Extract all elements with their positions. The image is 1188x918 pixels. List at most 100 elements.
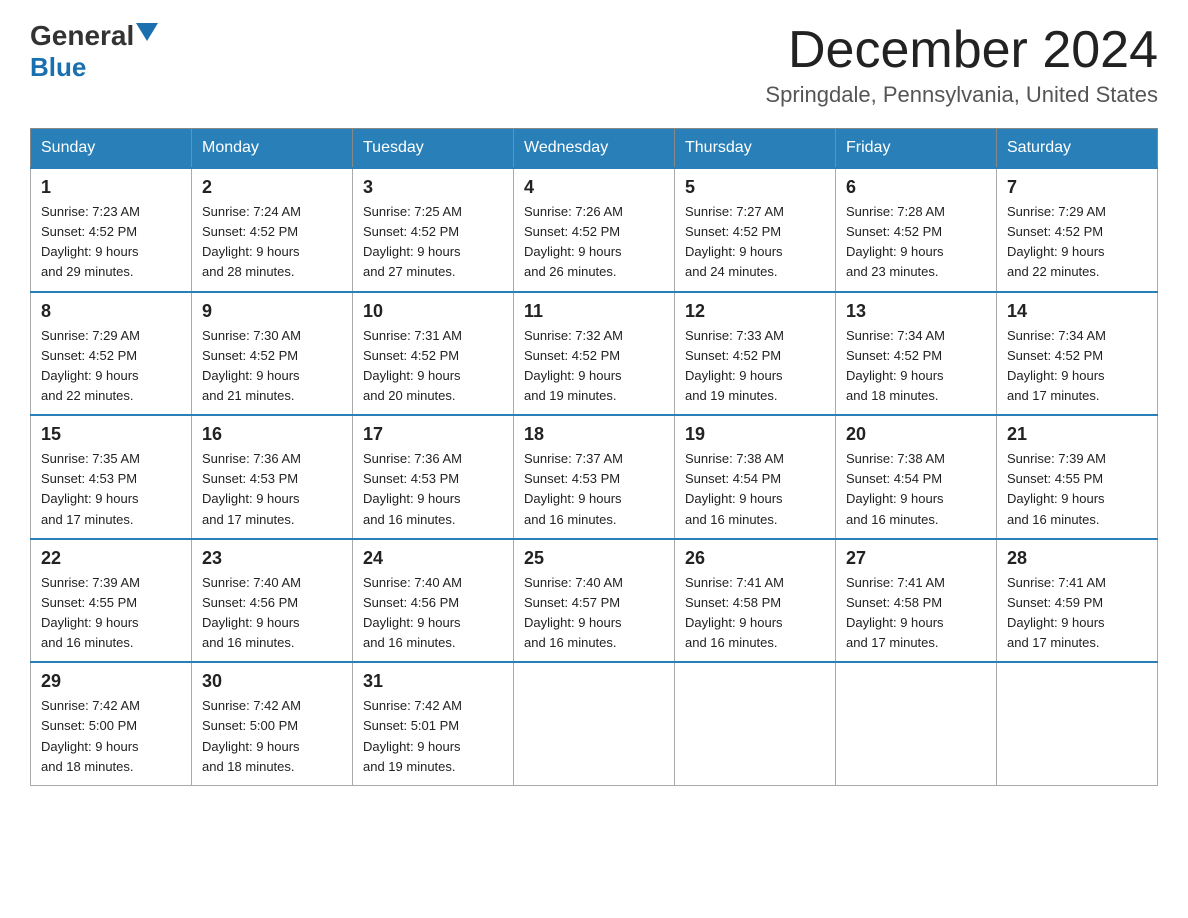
calendar-cell: 31 Sunrise: 7:42 AMSunset: 5:01 PMDaylig… [353, 662, 514, 785]
day-info: Sunrise: 7:42 AMSunset: 5:00 PMDaylight:… [41, 698, 140, 773]
day-number: 8 [41, 301, 181, 322]
day-info: Sunrise: 7:42 AMSunset: 5:00 PMDaylight:… [202, 698, 301, 773]
day-number: 26 [685, 548, 825, 569]
day-info: Sunrise: 7:36 AMSunset: 4:53 PMDaylight:… [202, 451, 301, 526]
calendar-cell: 19 Sunrise: 7:38 AMSunset: 4:54 PMDaylig… [675, 415, 836, 539]
day-info: Sunrise: 7:32 AMSunset: 4:52 PMDaylight:… [524, 328, 623, 403]
calendar-cell: 14 Sunrise: 7:34 AMSunset: 4:52 PMDaylig… [997, 292, 1158, 416]
calendar-cell: 29 Sunrise: 7:42 AMSunset: 5:00 PMDaylig… [31, 662, 192, 785]
day-number: 20 [846, 424, 986, 445]
logo-blue: Blue [30, 52, 86, 83]
day-info: Sunrise: 7:38 AMSunset: 4:54 PMDaylight:… [846, 451, 945, 526]
calendar-cell: 16 Sunrise: 7:36 AMSunset: 4:53 PMDaylig… [192, 415, 353, 539]
day-number: 3 [363, 177, 503, 198]
header-saturday: Saturday [997, 129, 1158, 169]
calendar-cell: 25 Sunrise: 7:40 AMSunset: 4:57 PMDaylig… [514, 539, 675, 663]
calendar-cell: 5 Sunrise: 7:27 AMSunset: 4:52 PMDayligh… [675, 168, 836, 292]
month-title: December 2024 [765, 20, 1158, 80]
calendar-table: Sunday Monday Tuesday Wednesday Thursday… [30, 128, 1158, 786]
day-info: Sunrise: 7:36 AMSunset: 4:53 PMDaylight:… [363, 451, 462, 526]
day-info: Sunrise: 7:31 AMSunset: 4:52 PMDaylight:… [363, 328, 462, 403]
calendar-cell [997, 662, 1158, 785]
day-number: 2 [202, 177, 342, 198]
day-number: 24 [363, 548, 503, 569]
day-number: 10 [363, 301, 503, 322]
logo-general: General [30, 20, 134, 52]
week-row-4: 22 Sunrise: 7:39 AMSunset: 4:55 PMDaylig… [31, 539, 1158, 663]
calendar-cell: 15 Sunrise: 7:35 AMSunset: 4:53 PMDaylig… [31, 415, 192, 539]
week-row-5: 29 Sunrise: 7:42 AMSunset: 5:00 PMDaylig… [31, 662, 1158, 785]
day-info: Sunrise: 7:35 AMSunset: 4:53 PMDaylight:… [41, 451, 140, 526]
day-info: Sunrise: 7:34 AMSunset: 4:52 PMDaylight:… [846, 328, 945, 403]
calendar-cell: 1 Sunrise: 7:23 AMSunset: 4:52 PMDayligh… [31, 168, 192, 292]
day-number: 18 [524, 424, 664, 445]
calendar-cell: 6 Sunrise: 7:28 AMSunset: 4:52 PMDayligh… [836, 168, 997, 292]
calendar-cell: 10 Sunrise: 7:31 AMSunset: 4:52 PMDaylig… [353, 292, 514, 416]
page-header: General Blue December 2024 Springdale, P… [30, 20, 1158, 108]
day-info: Sunrise: 7:38 AMSunset: 4:54 PMDaylight:… [685, 451, 784, 526]
calendar-cell: 26 Sunrise: 7:41 AMSunset: 4:58 PMDaylig… [675, 539, 836, 663]
calendar-cell: 7 Sunrise: 7:29 AMSunset: 4:52 PMDayligh… [997, 168, 1158, 292]
day-number: 29 [41, 671, 181, 692]
day-number: 28 [1007, 548, 1147, 569]
day-info: Sunrise: 7:40 AMSunset: 4:56 PMDaylight:… [363, 575, 462, 650]
day-number: 4 [524, 177, 664, 198]
day-info: Sunrise: 7:25 AMSunset: 4:52 PMDaylight:… [363, 204, 462, 279]
day-number: 11 [524, 301, 664, 322]
calendar-cell: 28 Sunrise: 7:41 AMSunset: 4:59 PMDaylig… [997, 539, 1158, 663]
day-info: Sunrise: 7:23 AMSunset: 4:52 PMDaylight:… [41, 204, 140, 279]
day-info: Sunrise: 7:28 AMSunset: 4:52 PMDaylight:… [846, 204, 945, 279]
day-number: 6 [846, 177, 986, 198]
calendar-cell: 21 Sunrise: 7:39 AMSunset: 4:55 PMDaylig… [997, 415, 1158, 539]
header-monday: Monday [192, 129, 353, 169]
header-friday: Friday [836, 129, 997, 169]
day-number: 25 [524, 548, 664, 569]
day-number: 23 [202, 548, 342, 569]
day-number: 5 [685, 177, 825, 198]
day-number: 13 [846, 301, 986, 322]
day-number: 27 [846, 548, 986, 569]
calendar-cell: 22 Sunrise: 7:39 AMSunset: 4:55 PMDaylig… [31, 539, 192, 663]
location-subtitle: Springdale, Pennsylvania, United States [765, 82, 1158, 108]
day-number: 21 [1007, 424, 1147, 445]
day-number: 15 [41, 424, 181, 445]
week-row-3: 15 Sunrise: 7:35 AMSunset: 4:53 PMDaylig… [31, 415, 1158, 539]
day-number: 17 [363, 424, 503, 445]
header-tuesday: Tuesday [353, 129, 514, 169]
day-number: 30 [202, 671, 342, 692]
day-info: Sunrise: 7:40 AMSunset: 4:56 PMDaylight:… [202, 575, 301, 650]
day-number: 9 [202, 301, 342, 322]
day-number: 1 [41, 177, 181, 198]
header-sunday: Sunday [31, 129, 192, 169]
day-info: Sunrise: 7:29 AMSunset: 4:52 PMDaylight:… [41, 328, 140, 403]
calendar-cell: 8 Sunrise: 7:29 AMSunset: 4:52 PMDayligh… [31, 292, 192, 416]
weekday-header-row: Sunday Monday Tuesday Wednesday Thursday… [31, 129, 1158, 169]
day-info: Sunrise: 7:41 AMSunset: 4:59 PMDaylight:… [1007, 575, 1106, 650]
day-number: 12 [685, 301, 825, 322]
header-thursday: Thursday [675, 129, 836, 169]
day-info: Sunrise: 7:41 AMSunset: 4:58 PMDaylight:… [685, 575, 784, 650]
calendar-cell: 2 Sunrise: 7:24 AMSunset: 4:52 PMDayligh… [192, 168, 353, 292]
day-info: Sunrise: 7:41 AMSunset: 4:58 PMDaylight:… [846, 575, 945, 650]
calendar-cell: 27 Sunrise: 7:41 AMSunset: 4:58 PMDaylig… [836, 539, 997, 663]
calendar-cell: 20 Sunrise: 7:38 AMSunset: 4:54 PMDaylig… [836, 415, 997, 539]
day-number: 31 [363, 671, 503, 692]
day-info: Sunrise: 7:30 AMSunset: 4:52 PMDaylight:… [202, 328, 301, 403]
logo-triangle-icon [136, 23, 158, 45]
calendar-cell: 13 Sunrise: 7:34 AMSunset: 4:52 PMDaylig… [836, 292, 997, 416]
calendar-cell: 24 Sunrise: 7:40 AMSunset: 4:56 PMDaylig… [353, 539, 514, 663]
calendar-cell: 9 Sunrise: 7:30 AMSunset: 4:52 PMDayligh… [192, 292, 353, 416]
day-number: 19 [685, 424, 825, 445]
calendar-cell [514, 662, 675, 785]
calendar-cell [836, 662, 997, 785]
day-number: 7 [1007, 177, 1147, 198]
calendar-cell [675, 662, 836, 785]
calendar-cell: 23 Sunrise: 7:40 AMSunset: 4:56 PMDaylig… [192, 539, 353, 663]
week-row-1: 1 Sunrise: 7:23 AMSunset: 4:52 PMDayligh… [31, 168, 1158, 292]
day-info: Sunrise: 7:26 AMSunset: 4:52 PMDaylight:… [524, 204, 623, 279]
calendar-cell: 30 Sunrise: 7:42 AMSunset: 5:00 PMDaylig… [192, 662, 353, 785]
day-number: 16 [202, 424, 342, 445]
day-info: Sunrise: 7:39 AMSunset: 4:55 PMDaylight:… [1007, 451, 1106, 526]
day-info: Sunrise: 7:40 AMSunset: 4:57 PMDaylight:… [524, 575, 623, 650]
logo: General Blue [30, 20, 158, 83]
